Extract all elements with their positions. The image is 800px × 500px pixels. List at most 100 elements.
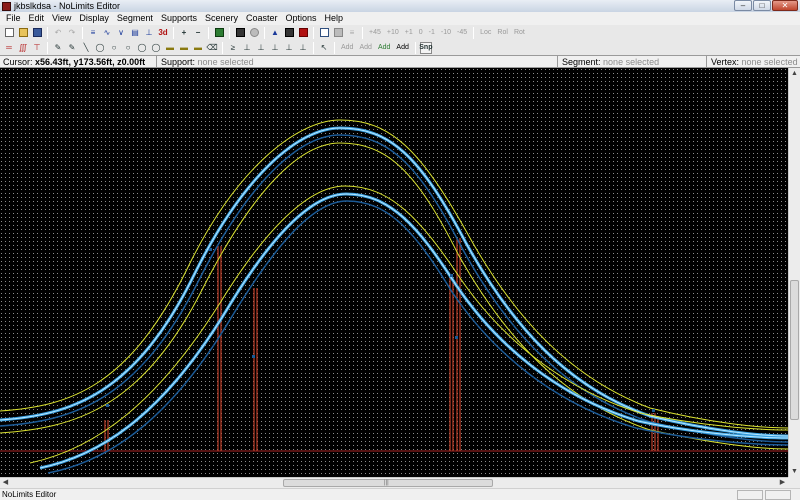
- track-view-svg[interactable]: [0, 68, 788, 477]
- vertical-scroll-thumb[interactable]: [790, 280, 799, 420]
- footer-icon[interactable]: ▬: [192, 42, 204, 54]
- rotate-minus10-button[interactable]: -10: [439, 27, 453, 39]
- track-node[interactable]: [106, 404, 109, 407]
- support-b-icon[interactable]: ⊥: [241, 42, 253, 54]
- scroll-right-arrow-icon[interactable]: ▶: [777, 478, 788, 488]
- local-mode-button[interactable]: Loc: [478, 27, 493, 39]
- wave-view-icon[interactable]: ∿: [101, 27, 113, 39]
- menu-display[interactable]: Display: [76, 12, 114, 25]
- support-a-icon[interactable]: ≥: [227, 42, 239, 54]
- new-file-icon[interactable]: [3, 27, 15, 39]
- rotate-plus45-button[interactable]: +45: [367, 27, 383, 39]
- info-bar: Cursor: x56.43ft, y173.56ft, z0.00ft Sup…: [0, 55, 800, 68]
- track-node[interactable]: [652, 409, 655, 412]
- support-view-icon[interactable]: ⊥: [143, 27, 155, 39]
- menu-edit[interactable]: Edit: [26, 12, 50, 25]
- zoom-in-icon[interactable]: +: [178, 27, 190, 39]
- station-icon[interactable]: [234, 27, 246, 39]
- scroll-left-arrow-icon[interactable]: ◀: [0, 478, 11, 488]
- camera-icon[interactable]: [283, 27, 295, 39]
- rotate-plus10-button[interactable]: +10: [385, 27, 401, 39]
- add-free-node-button[interactable]: Add: [357, 42, 373, 54]
- track-node[interactable]: [450, 274, 453, 277]
- toolbar-separator: [313, 41, 314, 54]
- track-view-icon[interactable]: ≡: [87, 27, 99, 39]
- menu-coaster[interactable]: Coaster: [243, 12, 283, 25]
- window-icon[interactable]: [318, 27, 330, 39]
- support-f-icon[interactable]: ⊥: [297, 42, 309, 54]
- block-icon[interactable]: [248, 27, 260, 39]
- toolbar-separator: [47, 26, 48, 39]
- fill-icon[interactable]: [332, 27, 344, 39]
- maximize-button[interactable]: □: [753, 0, 771, 11]
- rotate-zero-button[interactable]: 0: [417, 27, 425, 39]
- valley-view-icon[interactable]: ∨: [115, 27, 127, 39]
- track-node[interactable]: [209, 248, 212, 251]
- pencil-icon[interactable]: ✎: [52, 42, 64, 54]
- undo-icon[interactable]: ↶: [52, 27, 64, 39]
- brace-icon[interactable]: ╲: [80, 42, 92, 54]
- menu-options[interactable]: Options: [283, 12, 322, 25]
- snap-button[interactable]: Snp: [419, 41, 433, 54]
- track-node[interactable]: [455, 336, 458, 339]
- rail-tool-icon[interactable]: ∭: [17, 42, 29, 54]
- menu-scenery[interactable]: Scenery: [202, 12, 243, 25]
- scroll-down-arrow-icon[interactable]: ▼: [789, 466, 800, 477]
- rotate-plus1-button[interactable]: +1: [403, 27, 415, 39]
- title-bar[interactable]: jkbslkdsa - NoLimits Editor – □ ✕: [0, 0, 800, 12]
- track-tool-icon[interactable]: ═: [3, 42, 15, 54]
- window-controls: – □ ✕: [734, 0, 798, 12]
- horizontal-scroll-thumb[interactable]: |||: [283, 479, 493, 487]
- menu-file[interactable]: File: [3, 12, 26, 25]
- stop-icon[interactable]: [297, 27, 309, 39]
- horizontal-scrollbar[interactable]: ◀ ||| ▶: [0, 477, 788, 488]
- roll-mode-button[interactable]: Rol: [495, 27, 510, 39]
- close-button[interactable]: ✕: [772, 0, 798, 11]
- menu-segment[interactable]: Segment: [114, 12, 158, 25]
- menu-view[interactable]: View: [49, 12, 76, 25]
- station-view-icon[interactable]: ▤: [129, 27, 141, 39]
- align-icon[interactable]: ≡: [346, 27, 358, 39]
- scroll-grip-icon: |||: [384, 480, 389, 486]
- vertical-scrollbar[interactable]: ▲ ▼: [788, 68, 800, 477]
- warning-icon[interactable]: ▲: [269, 27, 281, 39]
- pointer-icon[interactable]: ↖: [318, 42, 330, 54]
- menu-supports[interactable]: Supports: [158, 12, 202, 25]
- node-1-icon[interactable]: ○: [108, 42, 120, 54]
- pencil-alt-icon[interactable]: ✎: [66, 42, 78, 54]
- rotate-mode-button[interactable]: Rot: [512, 27, 527, 39]
- delete-icon[interactable]: ⌫: [206, 42, 218, 54]
- window-title: jkbslkdsa - NoLimits Editor: [14, 1, 121, 11]
- add-support-button[interactable]: Add: [394, 42, 410, 54]
- rotate-minus1-button[interactable]: -1: [427, 27, 437, 39]
- catwalk-tool-icon[interactable]: ⊤: [31, 42, 43, 54]
- minimize-button[interactable]: –: [734, 0, 752, 11]
- save-icon[interactable]: [31, 27, 43, 39]
- menu-help[interactable]: Help: [322, 12, 349, 25]
- beam-alt-icon[interactable]: ▬: [178, 42, 190, 54]
- rotate-minus45-button[interactable]: -45: [455, 27, 469, 39]
- zoom-out-icon[interactable]: −: [192, 27, 204, 39]
- support-label: Support:: [161, 57, 196, 67]
- grid-icon[interactable]: [213, 27, 225, 39]
- node-2-icon[interactable]: ○: [122, 42, 134, 54]
- cylinder-icon[interactable]: ◯: [94, 42, 106, 54]
- redo-icon[interactable]: ↷: [66, 27, 78, 39]
- status-pane: [737, 490, 763, 500]
- support-c-icon[interactable]: ⊥: [255, 42, 267, 54]
- open-folder-icon[interactable]: [17, 27, 29, 39]
- add-footer-button[interactable]: Add: [376, 42, 392, 54]
- vertex-value: none selected: [741, 57, 798, 67]
- toolbar-separator: [473, 26, 475, 39]
- node-3-icon[interactable]: ◯: [136, 42, 148, 54]
- track-node[interactable]: [252, 355, 255, 358]
- track-editor-canvas[interactable]: [0, 68, 788, 477]
- beam-icon[interactable]: ▬: [164, 42, 176, 54]
- support-e-icon[interactable]: ⊥: [283, 42, 295, 54]
- 3d-view-button[interactable]: 3d: [157, 27, 169, 39]
- add-node-button[interactable]: Add: [339, 42, 355, 54]
- node-4-icon[interactable]: ◯: [150, 42, 162, 54]
- support-d-icon[interactable]: ⊥: [269, 42, 281, 54]
- toolbar-separator: [82, 26, 83, 39]
- scroll-up-arrow-icon[interactable]: ▲: [789, 68, 800, 79]
